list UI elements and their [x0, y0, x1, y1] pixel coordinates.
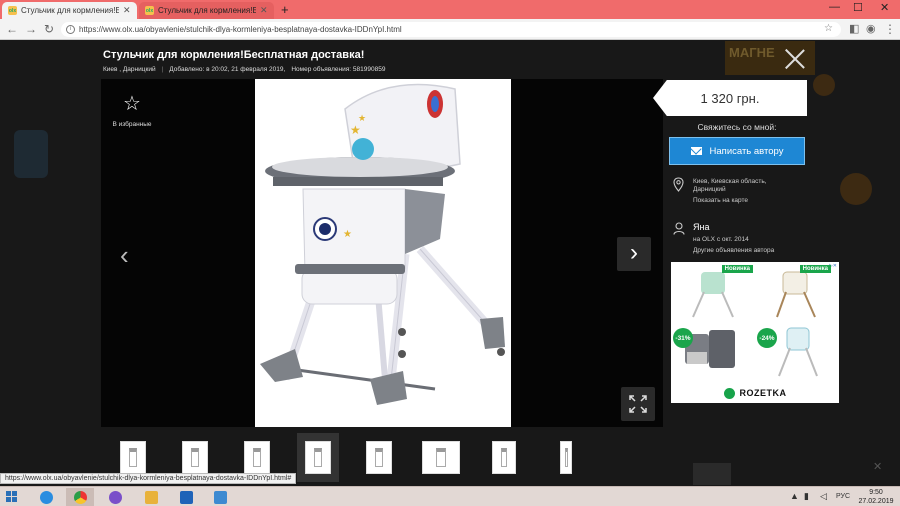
- browser-tab-active[interactable]: olx Стульчик для кормления!Бесплатная ✕: [2, 2, 137, 19]
- background-phone-image: [14, 130, 48, 178]
- svg-text:★: ★: [343, 229, 352, 240]
- listing-location: Киев , Дарницкий: [103, 66, 156, 73]
- listing-title: Стульчик для кормления!Бесплатная достав…: [103, 49, 365, 61]
- tab-close-icon[interactable]: ✕: [260, 5, 268, 16]
- expand-icon: [629, 395, 647, 413]
- seller-name: Яна: [693, 222, 710, 232]
- high-chair-image: ★ ★ ★: [260, 83, 505, 405]
- badge-new: Новинка: [799, 265, 831, 273]
- tray-arrow-icon[interactable]: ▲: [790, 491, 799, 501]
- tab-title: Стульчик для кормления!Бесплатная: [158, 6, 256, 15]
- tab-close-icon[interactable]: ✕: [123, 5, 131, 16]
- taskbar-chrome-icon[interactable]: [66, 488, 94, 506]
- show-on-map-link[interactable]: Показать на карте: [693, 197, 748, 204]
- olx-favicon-icon: olx: [145, 6, 154, 15]
- windows-taskbar: ▲ ▮ ◁ РУС 9:50 27.02.2019: [0, 486, 900, 506]
- address-bar: ← → ↻ i https://www.olx.ua/obyavlenie/st…: [0, 19, 900, 40]
- window-close-icon[interactable]: ✕: [880, 1, 889, 14]
- envelope-icon: [690, 147, 702, 155]
- site-info-icon[interactable]: i: [66, 25, 75, 34]
- menu-dots-icon[interactable]: ⋮: [884, 22, 896, 36]
- forward-icon[interactable]: →: [25, 22, 37, 36]
- taskbar-ie-icon[interactable]: [32, 488, 60, 506]
- background-close-icon: ✕: [873, 461, 883, 473]
- browser-tab[interactable]: olx Стульчик для кормления!Бесплатная ✕: [139, 2, 274, 19]
- background-decoration: [840, 173, 872, 205]
- new-tab-icon[interactable]: +: [281, 2, 289, 17]
- main-product-photo[interactable]: ★ ★ ★: [255, 79, 511, 427]
- listing-added: Добавлено: в 20:02, 21 февраля 2019,: [169, 66, 286, 73]
- star-icon: ☆: [123, 93, 141, 115]
- status-bar-url: https://www.olx.ua/obyavlenie/stulchik-d…: [0, 473, 297, 484]
- photo-thumbnail[interactable]: [422, 441, 460, 474]
- photo-thumbnail[interactable]: [560, 441, 572, 474]
- photo-thumbnail[interactable]: [492, 441, 516, 474]
- meta-separator: |: [161, 66, 164, 73]
- favorites-label: В избранные: [112, 121, 152, 128]
- reload-icon[interactable]: ↻: [44, 22, 54, 36]
- taskbar-app-icon[interactable]: [137, 488, 165, 506]
- prev-photo-icon[interactable]: ‹: [120, 240, 129, 271]
- user-icon: [673, 222, 685, 235]
- maximize-icon[interactable]: ☐: [853, 1, 863, 14]
- taskbar-clock[interactable]: 9:50 27.02.2019: [855, 488, 897, 506]
- photo-thumbnail[interactable]: [182, 441, 208, 474]
- ad-product[interactable]: Новинка: [755, 262, 839, 320]
- olx-favicon-icon: olx: [8, 6, 17, 15]
- taskbar-outlook-icon[interactable]: [172, 488, 200, 506]
- photo-thumbnail[interactable]: [120, 441, 146, 474]
- ad-product[interactable]: Новинка: [671, 262, 755, 320]
- browser-tab-bar: olx Стульчик для кормления!Бесплатная ✕ …: [0, 0, 900, 19]
- windows-start-icon[interactable]: [6, 491, 18, 503]
- photo-thumbnail-selected[interactable]: [297, 433, 339, 482]
- svg-text:★: ★: [350, 123, 361, 137]
- write-author-label: Написать автору: [709, 145, 784, 157]
- next-photo-button[interactable]: ›: [617, 237, 651, 271]
- lightbox-close-icon[interactable]: [783, 48, 807, 70]
- other-ads-link[interactable]: Другие объявления автора: [693, 247, 774, 254]
- rozetka-logo: ROZETKA: [671, 383, 839, 403]
- contact-label: Свяжитесь со мной:: [697, 122, 777, 132]
- fullscreen-button[interactable]: [621, 387, 655, 421]
- chevron-right-icon: ›: [630, 239, 638, 266]
- listing-meta: Киев , Дарницкий | Добавлено: в 20:02, 2…: [103, 66, 385, 73]
- minimize-icon[interactable]: —: [829, 1, 840, 13]
- listing-number: Номер объявления: 581990859: [291, 66, 386, 73]
- badge-new: Новинка: [721, 265, 753, 273]
- location-pin-icon: [673, 177, 684, 192]
- add-to-favorites-button[interactable]: ☆ В избранные: [108, 93, 156, 128]
- url-text: https://www.olx.ua/obyavlenie/stulchik-d…: [79, 25, 402, 34]
- price-tag: 1 320 грн.: [653, 80, 807, 116]
- background-decoration: [813, 74, 835, 96]
- profile-icon[interactable]: ◉: [866, 22, 876, 35]
- taskbar-app-icon[interactable]: [206, 488, 234, 506]
- seller-address: Киев, Киевская область, Дарницкий: [693, 178, 767, 193]
- seller-member-since: на OLX с окт. 2014: [693, 236, 749, 243]
- rozetka-ad-banner[interactable]: ▷✕ Новинка Новинка -31% -24% ROZETKA: [671, 262, 839, 403]
- background-element: [693, 463, 731, 485]
- tray-network-icon[interactable]: ▮: [804, 491, 809, 502]
- taskbar-viber-icon[interactable]: [101, 488, 129, 506]
- photo-thumbnail[interactable]: [366, 441, 392, 474]
- svg-text:★: ★: [358, 113, 366, 123]
- tab-title: Стульчик для кормления!Бесплатная: [21, 6, 119, 15]
- rozetka-logo-icon: [723, 387, 735, 399]
- photo-thumbnail[interactable]: [244, 441, 270, 474]
- tray-volume-icon[interactable]: ◁: [820, 491, 827, 502]
- discount-badge: -24%: [757, 328, 777, 348]
- ad-product[interactable]: -24%: [755, 322, 839, 380]
- language-indicator[interactable]: РУС: [836, 493, 850, 500]
- bookmark-star-icon[interactable]: ☆: [824, 23, 833, 34]
- url-input[interactable]: i https://www.olx.ua/obyavlenie/stulchik…: [61, 22, 841, 37]
- write-author-button[interactable]: Написать автору: [669, 137, 805, 165]
- extension-icon[interactable]: ◧: [849, 22, 859, 35]
- back-icon[interactable]: ←: [6, 22, 18, 36]
- ad-product[interactable]: -31%: [671, 322, 755, 380]
- discount-badge: -31%: [673, 328, 693, 348]
